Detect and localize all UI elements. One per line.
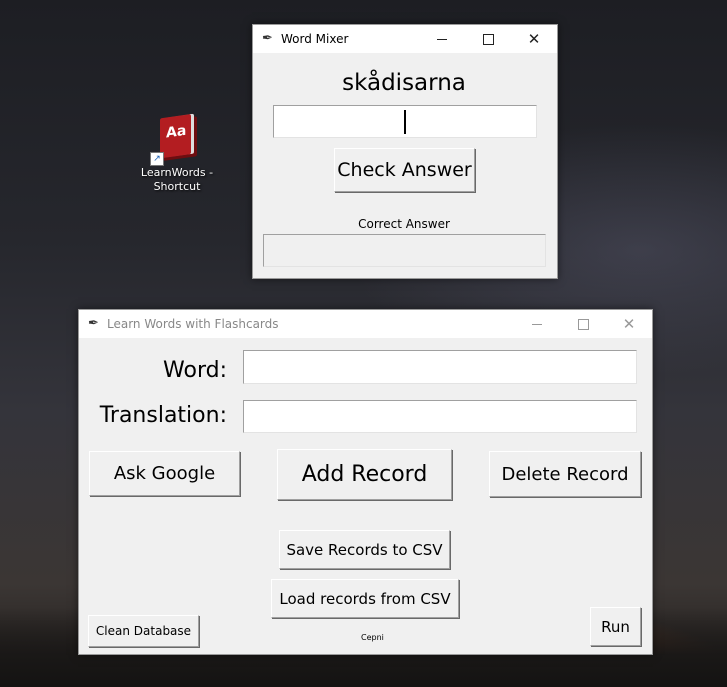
minimize-icon — [532, 323, 542, 325]
window-title: Word Mixer — [281, 32, 349, 46]
close-button[interactable]: ✕ — [606, 310, 652, 338]
check-answer-button[interactable]: Check Answer — [334, 148, 475, 192]
window-title: Learn Words with Flashcards — [107, 317, 279, 331]
book-icon-text: Aa — [166, 122, 187, 142]
feather-icon: ✒ — [262, 31, 273, 46]
maximize-button[interactable] — [560, 310, 606, 338]
word-mixer-titlebar[interactable]: ✒ Word Mixer ✕ — [253, 25, 557, 53]
learnwords-shortcut[interactable]: Aa ↗ LearnWords - Shortcut — [136, 112, 218, 194]
translation-input[interactable] — [243, 400, 637, 433]
dictionary-book-icon: Aa — [160, 113, 194, 159]
add-record-button[interactable]: Add Record — [277, 449, 452, 500]
shortcut-arrow-icon: ↗ — [150, 152, 164, 166]
footer-text: Cepni — [361, 633, 384, 642]
translation-label: Translation: — [99, 403, 227, 428]
text-cursor — [404, 110, 406, 134]
maximize-icon — [577, 318, 589, 330]
correct-answer-label: Correct Answer — [358, 217, 450, 231]
answer-input[interactable] — [273, 105, 537, 138]
minimize-button[interactable] — [514, 310, 560, 338]
correct-answer-field — [263, 234, 546, 267]
close-icon: ✕ — [527, 29, 541, 48]
word-input[interactable] — [243, 350, 637, 384]
ask-google-button[interactable]: Ask Google — [89, 451, 240, 496]
save-csv-button[interactable]: Save Records to CSV — [279, 530, 450, 569]
mixed-word-label: skådisarna — [342, 70, 466, 96]
maximize-button[interactable] — [465, 25, 511, 53]
flashcards-window: ✒ Learn Words with Flashcards ✕ Word: Tr… — [78, 309, 653, 655]
delete-record-button[interactable]: Delete Record — [489, 451, 641, 497]
word-mixer-window: ✒ Word Mixer ✕ skådisarna Check Answer C… — [252, 24, 558, 279]
load-csv-button[interactable]: Load records from CSV — [271, 579, 459, 618]
shortcut-label-line1: LearnWords - — [140, 166, 214, 179]
flashcards-titlebar[interactable]: ✒ Learn Words with Flashcards ✕ — [79, 310, 652, 338]
maximize-icon — [482, 33, 494, 45]
shortcut-label-line2: Shortcut — [153, 180, 201, 193]
minimize-icon — [437, 38, 447, 40]
close-button[interactable]: ✕ — [511, 25, 557, 53]
word-label: Word: — [163, 358, 227, 383]
feather-icon: ✒ — [88, 316, 99, 331]
clean-database-button[interactable]: Clean Database — [88, 615, 199, 647]
shortcut-label: LearnWords - Shortcut — [136, 166, 218, 194]
minimize-button[interactable] — [419, 25, 465, 53]
desktop: Aa ↗ LearnWords - Shortcut ✒ Word Mixer … — [0, 0, 727, 687]
run-button[interactable]: Run — [590, 607, 641, 646]
close-icon: ✕ — [622, 314, 636, 333]
